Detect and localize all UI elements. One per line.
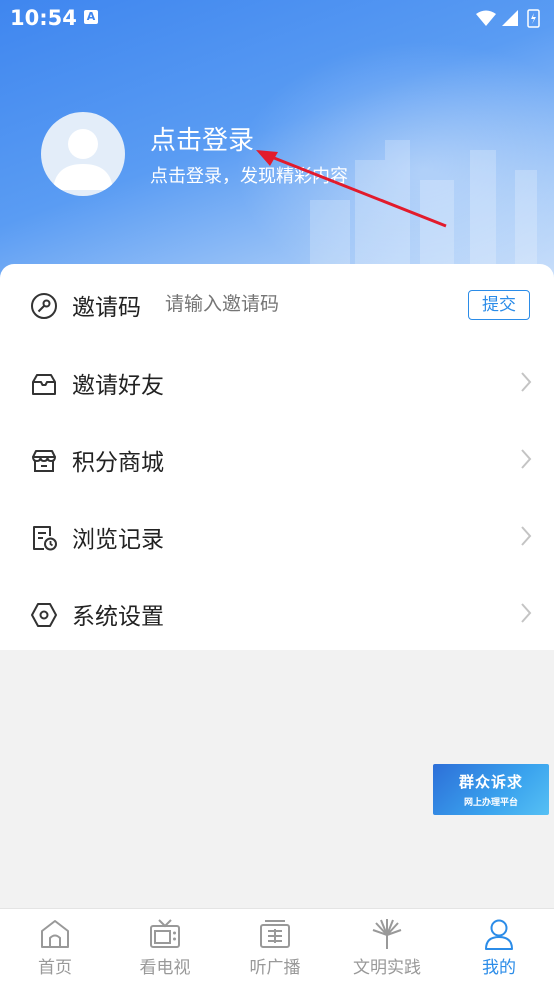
invite-code-row: 邀请码 提交 (0, 266, 554, 342)
chevron-right-icon (521, 372, 532, 392)
chevron-right-icon (521, 449, 532, 469)
menu-item-invite-friends[interactable]: 邀请好友 (0, 344, 554, 420)
menu-item-browse-history[interactable]: 浏览记录 (0, 498, 554, 574)
mail-open-icon (32, 374, 56, 395)
settings-hexagon-icon (31, 603, 57, 627)
banner-title: 群众诉求 (458, 773, 523, 791)
menu-item-label: 积分商城 (72, 450, 164, 476)
menu-item-label: 系统设置 (72, 604, 164, 630)
decor-building (470, 150, 496, 270)
bottom-tab-bar: 首页 看电视 听广播 文明实践 我的 (0, 908, 554, 985)
signal-icon (502, 10, 518, 26)
store-icon (32, 450, 56, 472)
annotation-arrow-icon (256, 150, 447, 228)
tab-label: 听广播 (249, 958, 301, 978)
tab-label: 看电视 (139, 958, 191, 978)
avatar[interactable] (41, 112, 125, 196)
tab-mine[interactable]: 我的 (444, 909, 554, 985)
radio-icon (260, 920, 290, 948)
tab-home[interactable]: 首页 (0, 909, 110, 985)
login-title[interactable]: 点击登录 (150, 120, 254, 157)
tab-label: 首页 (38, 958, 72, 978)
wifi-icon (476, 10, 496, 26)
tab-civilization[interactable]: 文明实践 (332, 909, 442, 985)
system-status-icons (476, 9, 540, 28)
default-user-icon (53, 129, 113, 190)
status-time: 10:54 (10, 6, 77, 30)
chevron-right-icon (521, 603, 532, 623)
user-icon (485, 919, 513, 950)
tab-label: 文明实践 (353, 958, 421, 978)
history-doc-icon (33, 526, 57, 551)
banner-subtitle: 网上办理平台 (463, 798, 518, 808)
home-icon (41, 920, 69, 948)
menu-item-label: 浏览记录 (72, 527, 164, 553)
status-bar: 10:54 A (0, 0, 554, 38)
chevron-right-icon (521, 526, 532, 546)
menu-card: 邀请码 提交 邀请好友 积分商城 (0, 264, 554, 650)
invite-code-input[interactable] (165, 293, 445, 315)
invite-code-label: 邀请码 (72, 295, 141, 321)
public-appeal-banner[interactable]: 群众诉求 网上办理平台 (433, 764, 549, 815)
tv-icon (150, 919, 180, 948)
menu-item-system-settings[interactable]: 系统设置 (0, 575, 554, 651)
menu-item-label: 邀请好友 (72, 373, 164, 399)
tab-tv[interactable]: 看电视 (110, 909, 220, 985)
submit-button[interactable]: 提交 (468, 290, 530, 320)
app-notification-icon: A (84, 10, 98, 24)
tab-label: 我的 (482, 958, 516, 978)
key-icon (31, 293, 57, 319)
tab-radio[interactable]: 听广播 (220, 909, 330, 985)
decor-building (515, 170, 537, 270)
menu-item-points-mall[interactable]: 积分商城 (0, 421, 554, 497)
civilization-icon (372, 919, 402, 949)
